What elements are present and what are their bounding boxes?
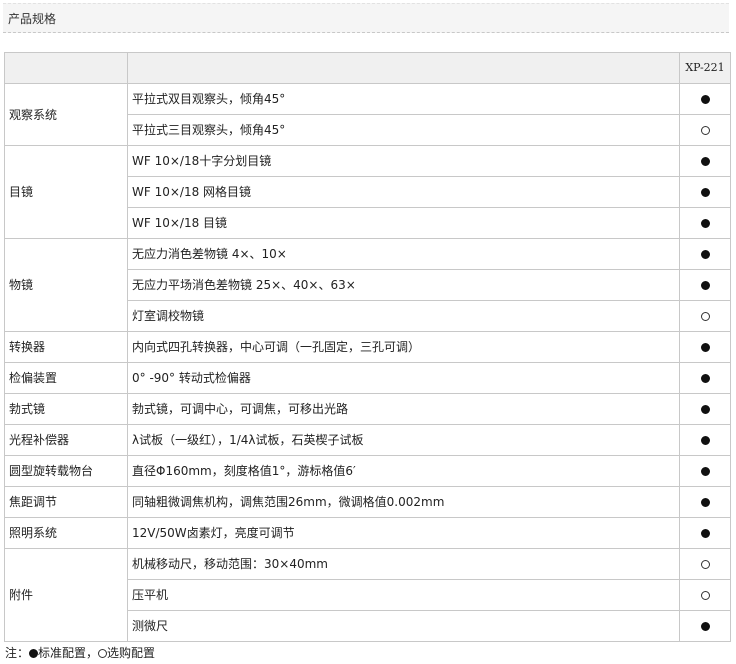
filled-dot-icon xyxy=(700,157,710,166)
table-row: 圆型旋转载物台 直径Φ160mm，刻度格值1°，游标格值6′ xyxy=(4,455,731,487)
section-title: 产品规格 xyxy=(8,12,57,26)
spec-cell: 灯室调校物镜 xyxy=(127,300,680,332)
section-header: 产品规格 xyxy=(3,3,729,33)
spec-cell: 平拉式三目观察头，倾角45° xyxy=(127,114,680,146)
spec-cell: 同轴粗微调焦机构，调焦范围26mm，微调格值0.002mm xyxy=(127,486,680,518)
config-mark-cell xyxy=(679,114,731,146)
filled-dot-icon xyxy=(700,374,710,383)
table-row: 物镜 无应力消色差物镜 4×、10× xyxy=(4,238,731,332)
filled-dot-icon xyxy=(700,498,710,507)
filled-dot-icon xyxy=(700,95,710,104)
legend-prefix: 注： xyxy=(5,646,30,660)
config-mark-cell xyxy=(679,238,731,270)
spec-cell: λ试板（一级红），1/4λ试板，石英楔子试板 xyxy=(127,424,680,456)
table-row: 附件 机械移动尺，移动范围：30×40mm xyxy=(4,548,731,642)
header-category xyxy=(4,52,128,84)
legend-note: 注： 标准配置， 选购配置 xyxy=(5,644,155,661)
config-mark-cell xyxy=(679,362,731,394)
config-mark-cell xyxy=(679,579,731,611)
filled-dot-icon xyxy=(700,436,710,445)
filled-dot-icon xyxy=(700,529,710,538)
filled-dot-icon xyxy=(700,281,710,290)
spec-cell: WF 10×/18 网格目镜 xyxy=(127,176,680,208)
spec-cell: 无应力平场消色差物镜 25×、40×、63× xyxy=(127,269,680,301)
config-mark-cell xyxy=(679,610,731,642)
config-mark-cell xyxy=(679,486,731,518)
spec-cell: 直径Φ160mm，刻度格值1°，游标格值6′ xyxy=(127,455,680,487)
config-mark-cell xyxy=(679,331,731,363)
config-mark-cell xyxy=(679,269,731,301)
table-row: 观察系统 平拉式双目观察头，倾角45° xyxy=(4,83,731,146)
open-dot-icon xyxy=(700,560,710,569)
category-cell: 勃式镜 xyxy=(4,393,128,425)
spec-cell: WF 10×/18 目镜 xyxy=(127,207,680,239)
spec-cell: 测微尺 xyxy=(127,610,680,642)
open-dot-icon xyxy=(700,591,710,600)
spec-cell: 平拉式双目观察头，倾角45° xyxy=(127,83,680,115)
spec-cell: 机械移动尺，移动范围：30×40mm xyxy=(127,548,680,580)
config-mark-cell xyxy=(679,424,731,456)
table-row: 转换器 内向式四孔转换器，中心可调（一孔固定，三孔可调） xyxy=(4,331,731,363)
category-cell: 物镜 xyxy=(4,238,128,332)
filled-dot-icon xyxy=(700,467,710,476)
config-mark-cell xyxy=(679,517,731,549)
legend-standard: 标准配置， xyxy=(38,646,99,660)
category-cell: 转换器 xyxy=(4,331,128,363)
spec-cell: 12V/50W卤素灯，亮度可调节 xyxy=(127,517,680,549)
spec-cell: 0° -90° 转动式检偏器 xyxy=(127,362,680,394)
table-row: 照明系统 12V/50W卤素灯，亮度可调节 xyxy=(4,517,731,549)
table-row: 检偏装置 0° -90° 转动式检偏器 xyxy=(4,362,731,394)
table-row: 勃式镜 勃式镜，可调中心，可调焦，可移出光路 xyxy=(4,393,731,425)
header-spec xyxy=(127,52,680,84)
category-cell: 焦距调节 xyxy=(4,486,128,518)
filled-dot-icon xyxy=(700,219,710,228)
filled-dot-icon xyxy=(700,250,710,259)
spec-cell: WF 10×/18十字分划目镜 xyxy=(127,145,680,177)
category-cell: 观察系统 xyxy=(4,83,128,146)
spec-cell: 内向式四孔转换器，中心可调（一孔固定，三孔可调） xyxy=(127,331,680,363)
table-row: 焦距调节 同轴粗微调焦机构，调焦范围26mm，微调格值0.002mm xyxy=(4,486,731,518)
filled-dot-icon xyxy=(700,343,710,352)
config-mark-cell xyxy=(679,455,731,487)
config-mark-cell xyxy=(679,393,731,425)
category-cell: 目镜 xyxy=(4,145,128,239)
config-mark-cell xyxy=(679,176,731,208)
config-mark-cell xyxy=(679,145,731,177)
open-dot-icon xyxy=(700,312,710,321)
legend-optional: 选购配置 xyxy=(107,646,156,660)
table-header-row: XP-221 xyxy=(4,52,731,84)
category-cell: 附件 xyxy=(4,548,128,642)
config-mark-cell xyxy=(679,207,731,239)
category-cell: 检偏装置 xyxy=(4,362,128,394)
table-row: 光程补偿器 λ试板（一级红），1/4λ试板，石英楔子试板 xyxy=(4,424,731,456)
config-mark-cell xyxy=(679,83,731,115)
filled-dot-icon xyxy=(700,188,710,197)
spec-table: XP-221 观察系统 平拉式双目观察头，倾角45° 平拉式三目观察头，倾角45° 目… xyxy=(4,52,731,642)
spec-cell: 无应力消色差物镜 4×、10× xyxy=(127,238,680,270)
filled-dot-icon xyxy=(700,405,710,414)
spec-cell: 勃式镜，可调中心，可调焦，可移出光路 xyxy=(127,393,680,425)
spec-cell: 压平机 xyxy=(127,579,680,611)
category-cell: 光程补偿器 xyxy=(4,424,128,456)
filled-dot-icon xyxy=(700,622,710,631)
header-model: XP-221 xyxy=(679,52,731,84)
category-cell: 圆型旋转载物台 xyxy=(4,455,128,487)
config-mark-cell xyxy=(679,300,731,332)
category-cell: 照明系统 xyxy=(4,517,128,549)
filled-dot-icon xyxy=(29,649,39,658)
open-dot-icon xyxy=(98,649,108,658)
open-dot-icon xyxy=(700,126,710,135)
table-row: 目镜 WF 10×/18十字分划目镜 xyxy=(4,145,731,239)
config-mark-cell xyxy=(679,548,731,580)
